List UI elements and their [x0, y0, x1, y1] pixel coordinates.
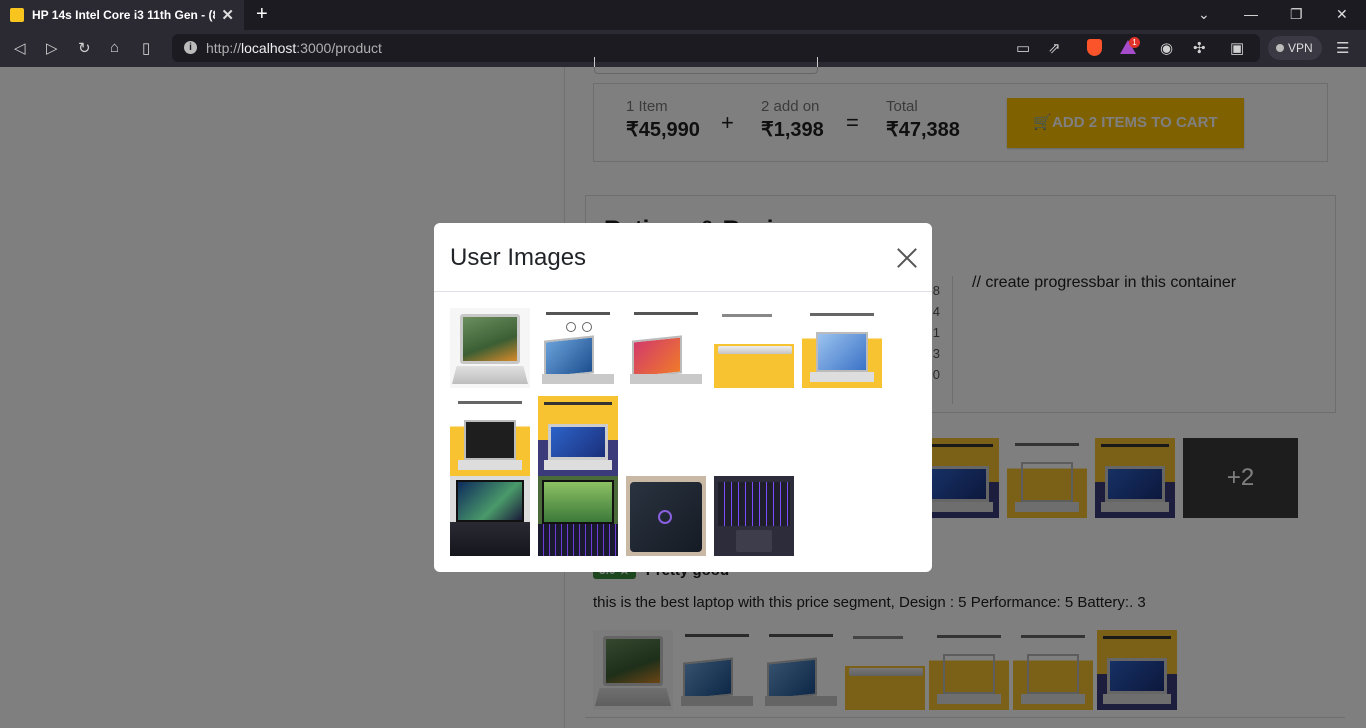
user-image-10[interactable]	[626, 476, 706, 556]
bookmark-icon[interactable]: ▯	[142, 39, 150, 57]
user-image-2[interactable]	[538, 308, 618, 388]
reload-icon[interactable]: ↻	[78, 39, 91, 57]
tab-close-icon[interactable]: ✕	[221, 6, 234, 24]
vpn-button[interactable]: VPN	[1268, 36, 1322, 60]
cast-icon[interactable]: ▭	[1016, 39, 1030, 57]
modal-header: User Images	[434, 223, 932, 292]
profile-icon[interactable]: ◉	[1160, 39, 1173, 57]
user-image-11[interactable]	[714, 476, 794, 556]
user-image-3[interactable]	[626, 308, 706, 388]
new-tab-button[interactable]: +	[256, 3, 268, 26]
brave-shield-icon[interactable]	[1087, 39, 1102, 56]
user-image-5[interactable]	[802, 308, 882, 388]
user-image-6[interactable]	[450, 396, 530, 476]
forward-icon[interactable]: ▷	[46, 39, 58, 57]
minimize-window-icon[interactable]: —	[1244, 6, 1258, 22]
rewards-badge: 1	[1129, 37, 1140, 48]
browser-tab[interactable]: HP 14s Intel Core i3 11th Gen - (8 ✕	[0, 0, 244, 30]
menu-icon[interactable]: ☰	[1336, 39, 1349, 57]
wallet-icon[interactable]: ▣	[1230, 39, 1244, 57]
site-info-icon[interactable]: i	[184, 41, 197, 54]
modal-title: User Images	[450, 244, 587, 271]
tab-title: HP 14s Intel Core i3 11th Gen - (8	[32, 8, 216, 22]
user-image-8[interactable]	[450, 476, 530, 556]
site-favicon-icon	[10, 8, 24, 22]
tab-list-chevron-icon[interactable]: ⌄	[1198, 6, 1210, 23]
close-icon[interactable]	[896, 247, 918, 269]
home-icon[interactable]: ⌂	[110, 39, 119, 56]
browser-tab-bar: HP 14s Intel Core i3 11th Gen - (8 ✕ + ⌄…	[0, 0, 1366, 30]
user-image-1[interactable]	[450, 308, 530, 388]
share-icon[interactable]: ⇗	[1048, 39, 1061, 57]
back-icon[interactable]: ◁	[14, 39, 26, 57]
user-image-9[interactable]	[538, 476, 618, 556]
extensions-icon[interactable]: ✣	[1193, 39, 1206, 57]
user-image-7[interactable]	[538, 396, 618, 476]
url-text: http://localhost:3000/product	[206, 40, 382, 56]
user-image-4[interactable]	[714, 308, 794, 388]
user-images-modal: User Images	[434, 223, 932, 572]
close-window-icon[interactable]: ✕	[1336, 6, 1348, 23]
restore-window-icon[interactable]: ❐	[1290, 6, 1303, 23]
